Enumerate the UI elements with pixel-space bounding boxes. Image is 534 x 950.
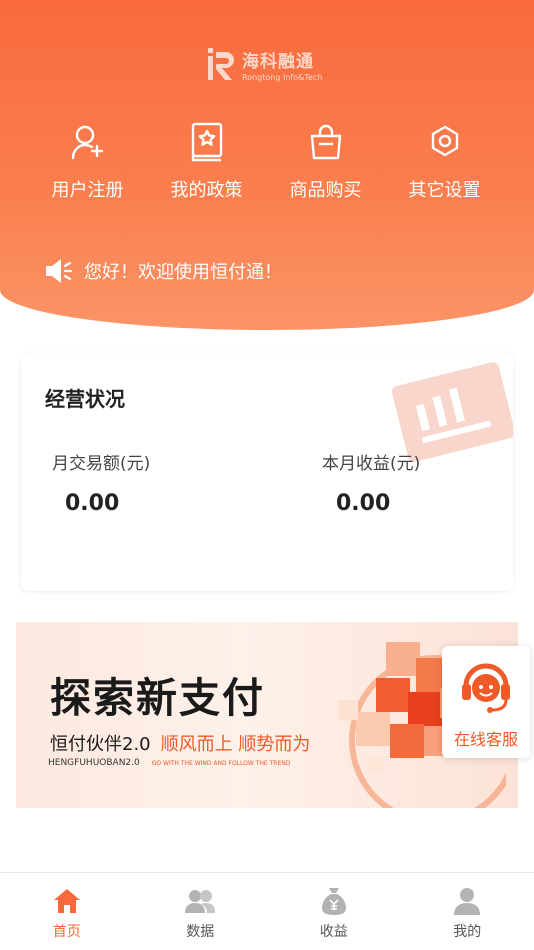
user-add-icon [66, 120, 110, 164]
quick-actions: 用户注册 我的政策 商品购买 其它设置 [0, 120, 534, 202]
business-status-card: 经营状况 月交易额(元) 0.00 本月收益(元) 0.00 [21, 353, 513, 591]
monthly-volume-value: 0.00 [65, 491, 120, 516]
settings-hex-icon [423, 120, 467, 164]
tab-label: 数据 [186, 924, 215, 940]
quick-action-label: 我的政策 [170, 180, 243, 201]
banner-slogan: 顺风而上 顺势而为 [160, 734, 311, 755]
brand-name: 海科融通 [242, 51, 314, 72]
customer-service-icon [462, 663, 510, 713]
shopping-bag-icon [304, 120, 348, 164]
banner-subtitle: 恒付伙伴2.0 [50, 734, 151, 755]
header-banner: 海科融通 Rongtong Info&Tech 用户注册 我的政策 商品购买 其… [0, 0, 534, 330]
brand-logo-icon [208, 48, 234, 80]
banner-pinyin: HENGFUHUOBAN2.0 [48, 758, 140, 768]
banner-title: 探索新支付 [50, 674, 265, 722]
users-data-icon [184, 885, 216, 917]
monthly-income-label: 本月收益(元) [322, 454, 421, 474]
quick-action-label: 其它设置 [408, 180, 481, 201]
business-status-title: 经营状况 [45, 387, 125, 411]
tab-income[interactable]: 收益 [267, 873, 401, 950]
banner-english: GO WITH THE WIND AND FOLLOW THE TREND [151, 759, 291, 767]
policy-book-icon [185, 120, 229, 164]
quick-action-label: 商品购买 [289, 180, 362, 201]
quick-action-buy-goods[interactable]: 商品购买 [266, 120, 385, 202]
quick-action-other-settings[interactable]: 其它设置 [385, 120, 504, 202]
brand-subtitle: Rongtong Info&Tech [242, 72, 323, 82]
tab-label: 我的 [453, 924, 482, 940]
notice-bar: 您好！欢迎使用恒付通！ [44, 258, 282, 284]
monthly-volume-label: 月交易额(元) [52, 454, 151, 474]
online-service-button[interactable]: 在线客服 [442, 646, 530, 758]
brand-logo: 海科融通 Rongtong Info&Tech [206, 44, 322, 84]
bottom-tab-bar: 首页 数据 收益 我的 [0, 872, 534, 950]
online-service-label: 在线客服 [453, 730, 518, 749]
money-bag-icon [318, 885, 350, 917]
tab-data[interactable]: 数据 [134, 873, 268, 950]
quick-action-my-policy[interactable]: 我的政策 [147, 120, 266, 202]
banner-subtitle-row: 恒付伙伴2.0 顺风而上 顺势而为 [50, 730, 310, 756]
quick-action-label: 用户注册 [51, 180, 124, 201]
notice-text: 您好！欢迎使用恒付通！ [84, 262, 282, 283]
profile-icon [451, 885, 483, 917]
home-icon [51, 885, 83, 917]
monthly-income-value: 0.00 [336, 491, 391, 516]
speaker-icon [46, 259, 73, 283]
tab-home[interactable]: 首页 [0, 873, 134, 950]
tab-label: 首页 [52, 924, 81, 940]
banner-caption-row: HENGFUHUOBAN2.0 GO WITH THE WIND AND FOL… [48, 758, 290, 768]
tab-label: 收益 [319, 924, 348, 940]
quick-action-user-register[interactable]: 用户注册 [28, 120, 147, 202]
tab-mine[interactable]: 我的 [401, 873, 534, 950]
